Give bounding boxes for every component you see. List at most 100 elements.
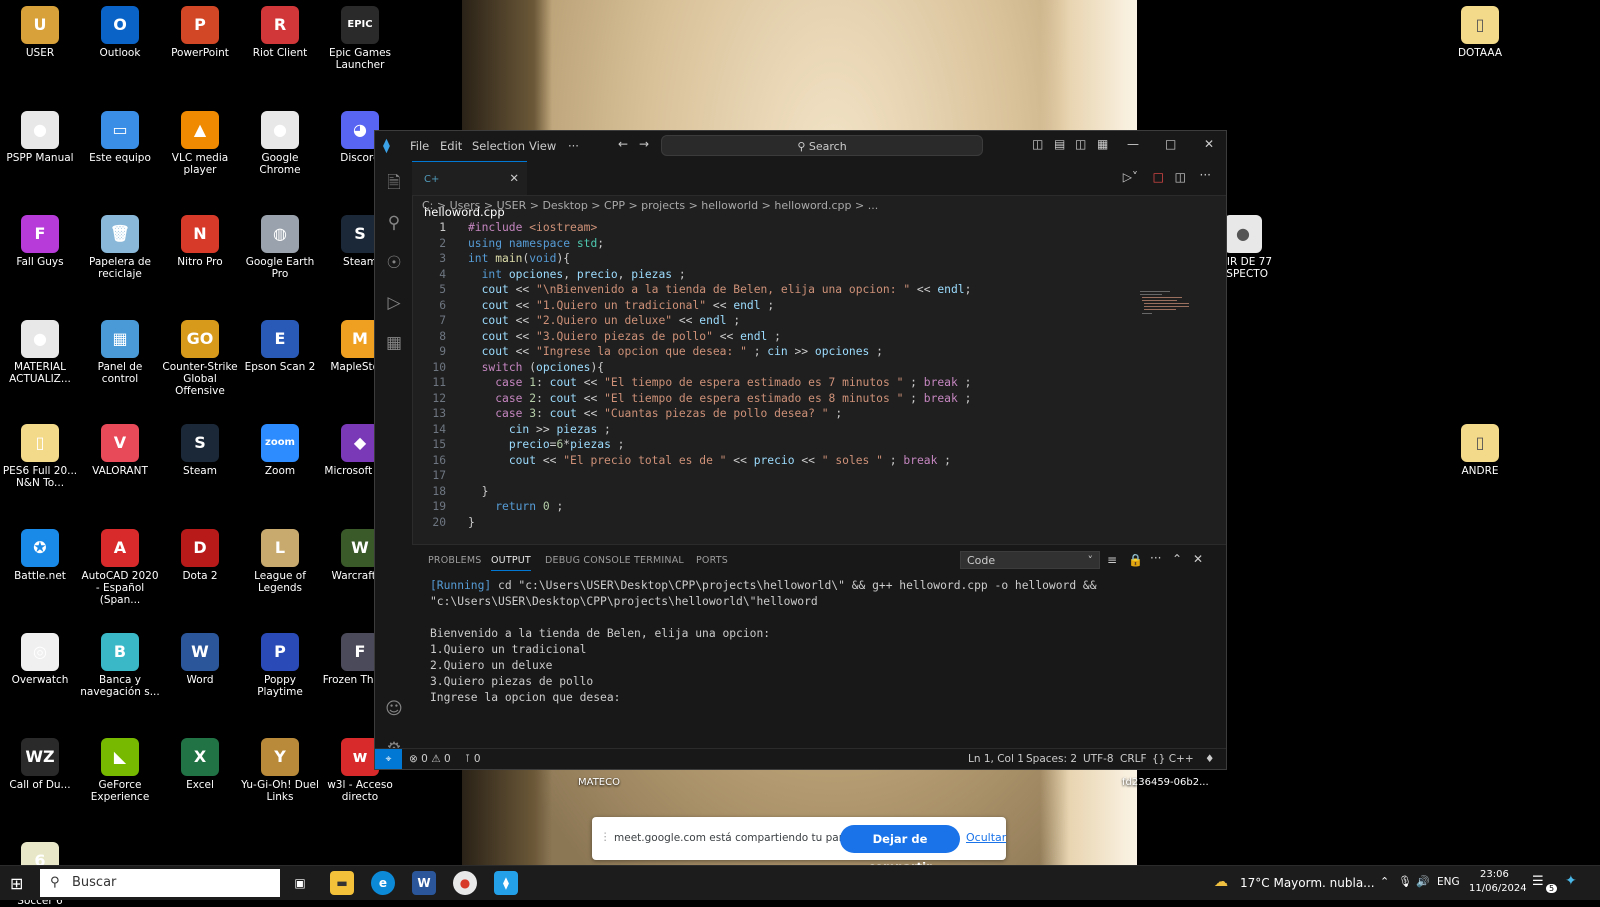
desktop-icon[interactable]: ◣ GeForce Experience [80, 732, 160, 803]
maximize-panel-icon[interactable]: ⌃ [1172, 552, 1182, 566]
desktop-icon[interactable]: EPIC Epic Games Launcher [320, 0, 400, 71]
desktop-icon[interactable]: D Dota 2 [160, 523, 240, 582]
toggle-secondary-sidebar-icon[interactable]: ◫ [1075, 137, 1086, 151]
desktop-icon[interactable]: U USER [0, 0, 80, 59]
language-mode[interactable]: {} C++ [1152, 749, 1194, 769]
desktop-icon[interactable]: W Word [160, 627, 240, 686]
maximize-button[interactable]: □ [1165, 137, 1176, 151]
clear-output-icon[interactable]: ≡ [1107, 553, 1117, 567]
desktop-icon[interactable]: ▦ Panel de control [80, 314, 160, 385]
vscode-taskbar-icon[interactable]: ⧫ [494, 871, 518, 895]
file-explorer-icon[interactable]: ▬ [330, 871, 354, 895]
chevron-up-icon[interactable]: ⌃ [1380, 875, 1389, 888]
back-arrow-icon[interactable]: ← [618, 137, 628, 151]
desktop-icon[interactable]: ● MATERIAL ACTUALIZ... [0, 314, 80, 385]
stop-icon[interactable]: □ [1153, 170, 1164, 184]
language-indicator[interactable]: ENG [1437, 876, 1460, 888]
copilot-icon[interactable]: ✦ [1565, 873, 1577, 889]
clock-time[interactable]: 23:06 [1480, 869, 1509, 880]
desktop-icon[interactable]: P Poppy Playtime [240, 627, 320, 698]
remote-indicator-icon[interactable]: ⌖ [375, 749, 402, 769]
minimize-button[interactable]: — [1127, 137, 1139, 151]
desktop-icon[interactable]: 🗑 Papelera de reciclaje [80, 209, 160, 280]
desktop-icon[interactable]: P PowerPoint [160, 0, 240, 59]
close-button[interactable]: ✕ [1204, 137, 1214, 151]
ports-status[interactable]: ⊺ 0 [465, 749, 481, 769]
taskbar-search[interactable]: ⚲ Buscar [40, 869, 280, 897]
menu-file[interactable]: File [410, 139, 429, 153]
encoding[interactable]: UTF-8 [1083, 749, 1114, 769]
explorer-icon[interactable]: 🗎 [384, 173, 404, 193]
split-editor-icon[interactable]: ◫ [1175, 170, 1186, 184]
toggle-panel-icon[interactable]: ▤ [1054, 137, 1065, 151]
indentation[interactable]: Spaces: 2 [1026, 749, 1077, 769]
chrome-icon[interactable]: ● [453, 871, 477, 895]
close-tab-icon[interactable]: ✕ [509, 162, 519, 195]
command-search[interactable]: ⚲ Search [661, 135, 983, 156]
desktop-icon[interactable]: ▯ DOTAAA [1440, 0, 1520, 59]
problems-status[interactable]: ⊗ 0 ⚠ 0 [409, 749, 451, 769]
desktop-icon[interactable]: ◎ Overwatch [0, 627, 80, 686]
desktop-icon[interactable]: R Riot Client [240, 0, 320, 59]
desktop-icon[interactable]: WZ Call of Du... [0, 732, 80, 791]
edge-icon[interactable]: e [371, 871, 395, 895]
line-endings[interactable]: CRLF [1120, 749, 1147, 769]
panel-more-icon[interactable]: ··· [1150, 551, 1161, 565]
desktop-icon[interactable]: Y Yu-Gi-Oh! Duel Links [240, 732, 320, 803]
toggle-sidebar-icon[interactable]: ◫ [1032, 137, 1043, 151]
desktop-icon[interactable]: ● Google Chrome [240, 105, 320, 176]
weather-text[interactable]: 17°C Mayorm. nubla... [1240, 876, 1375, 890]
desktop-icon[interactable]: ▯ PES6 Full 20... N&N To... [0, 418, 80, 489]
desktop-icon[interactable]: V VALORANT [80, 418, 160, 477]
desktop-icon[interactable]: ▭ Este equipo [80, 105, 160, 164]
breadcrumb[interactable]: C: > Users > USER > Desktop > CPP > proj… [412, 195, 1226, 217]
notification-icon[interactable]: ☰ [1532, 874, 1544, 889]
desktop-icon[interactable]: L League of Legends [240, 523, 320, 594]
task-view-icon[interactable]: ▣ [288, 871, 312, 895]
cursor-position[interactable]: Ln 1, Col 1 [968, 749, 1024, 769]
tab-ports[interactable]: PORTS [696, 555, 728, 566]
bell-icon[interactable]: ♦ [1205, 749, 1214, 769]
forward-arrow-icon[interactable]: → [639, 137, 649, 151]
tab-terminal[interactable]: TERMINAL [634, 555, 684, 566]
tab-problems[interactable]: PROBLEMS [428, 555, 481, 566]
desktop-icon[interactable]: ▯ ANDRE [1440, 418, 1520, 477]
close-panel-icon[interactable]: ✕ [1193, 552, 1203, 566]
search-view-icon[interactable]: ⚲ [384, 213, 404, 233]
drag-handle-icon[interactable]: ⋮ [600, 831, 611, 843]
microphone-icon[interactable]: 🎙 [1398, 875, 1412, 888]
desktop-icon[interactable]: ● PSPP Manual [0, 105, 80, 164]
tab-output[interactable]: OUTPUT [491, 555, 531, 571]
desktop-icon[interactable]: X Excel [160, 732, 240, 791]
menu-edit[interactable]: Edit [440, 139, 462, 153]
tab-helloword-cpp[interactable]: C+ helloword.cpp ✕ [412, 161, 527, 219]
lock-scroll-icon[interactable]: 🔒 [1128, 553, 1143, 567]
desktop-icon[interactable]: GO Counter-Strike Global Offensive [160, 314, 240, 397]
desktop-icon[interactable]: N Nitro Pro [160, 209, 240, 268]
menu-selection[interactable]: Selection [472, 139, 525, 153]
desktop-icon[interactable]: E Epson Scan 2 [240, 314, 320, 373]
hide-link[interactable]: Ocultar [966, 831, 1006, 844]
customize-layout-icon[interactable]: ▦ [1097, 137, 1108, 151]
desktop-icon[interactable]: ✪ Battle.net [0, 523, 80, 582]
desktop-icon[interactable]: zoom Zoom [240, 418, 320, 477]
run-debug-icon[interactable]: ▷ [384, 293, 404, 313]
clock-date[interactable]: 11/06/2024 [1469, 883, 1527, 894]
desktop-icon[interactable]: B Banca y navegación s... [80, 627, 160, 698]
volume-icon[interactable]: 🔊 [1416, 875, 1430, 888]
desktop-icon[interactable]: F Fall Guys [0, 209, 80, 268]
desktop-icon[interactable]: S Steam [160, 418, 240, 477]
tab-debug-console[interactable]: DEBUG CONSOLE [545, 555, 631, 566]
account-icon[interactable]: ☺ [384, 699, 404, 719]
run-code-icon[interactable]: ▷˅ [1123, 170, 1138, 184]
stop-sharing-button[interactable]: Dejar de compartir [840, 825, 960, 874]
output-console[interactable]: [Running] cd "c:\Users\USER\Desktop\CPP\… [430, 578, 1216, 706]
extensions-icon[interactable]: ▦ [384, 333, 404, 353]
menu-view[interactable]: View [529, 139, 556, 153]
menu-more[interactable]: ··· [568, 139, 579, 153]
desktop-icon[interactable]: A AutoCAD 2020 - Español (Span... [80, 523, 160, 606]
source-control-icon[interactable]: ☉ [384, 253, 404, 273]
desktop-icon[interactable]: O Outlook [80, 0, 160, 59]
word-icon[interactable]: W [412, 871, 436, 895]
code-editor[interactable]: 1 #include <iostream> 2 using namespace std… [412, 217, 1226, 557]
